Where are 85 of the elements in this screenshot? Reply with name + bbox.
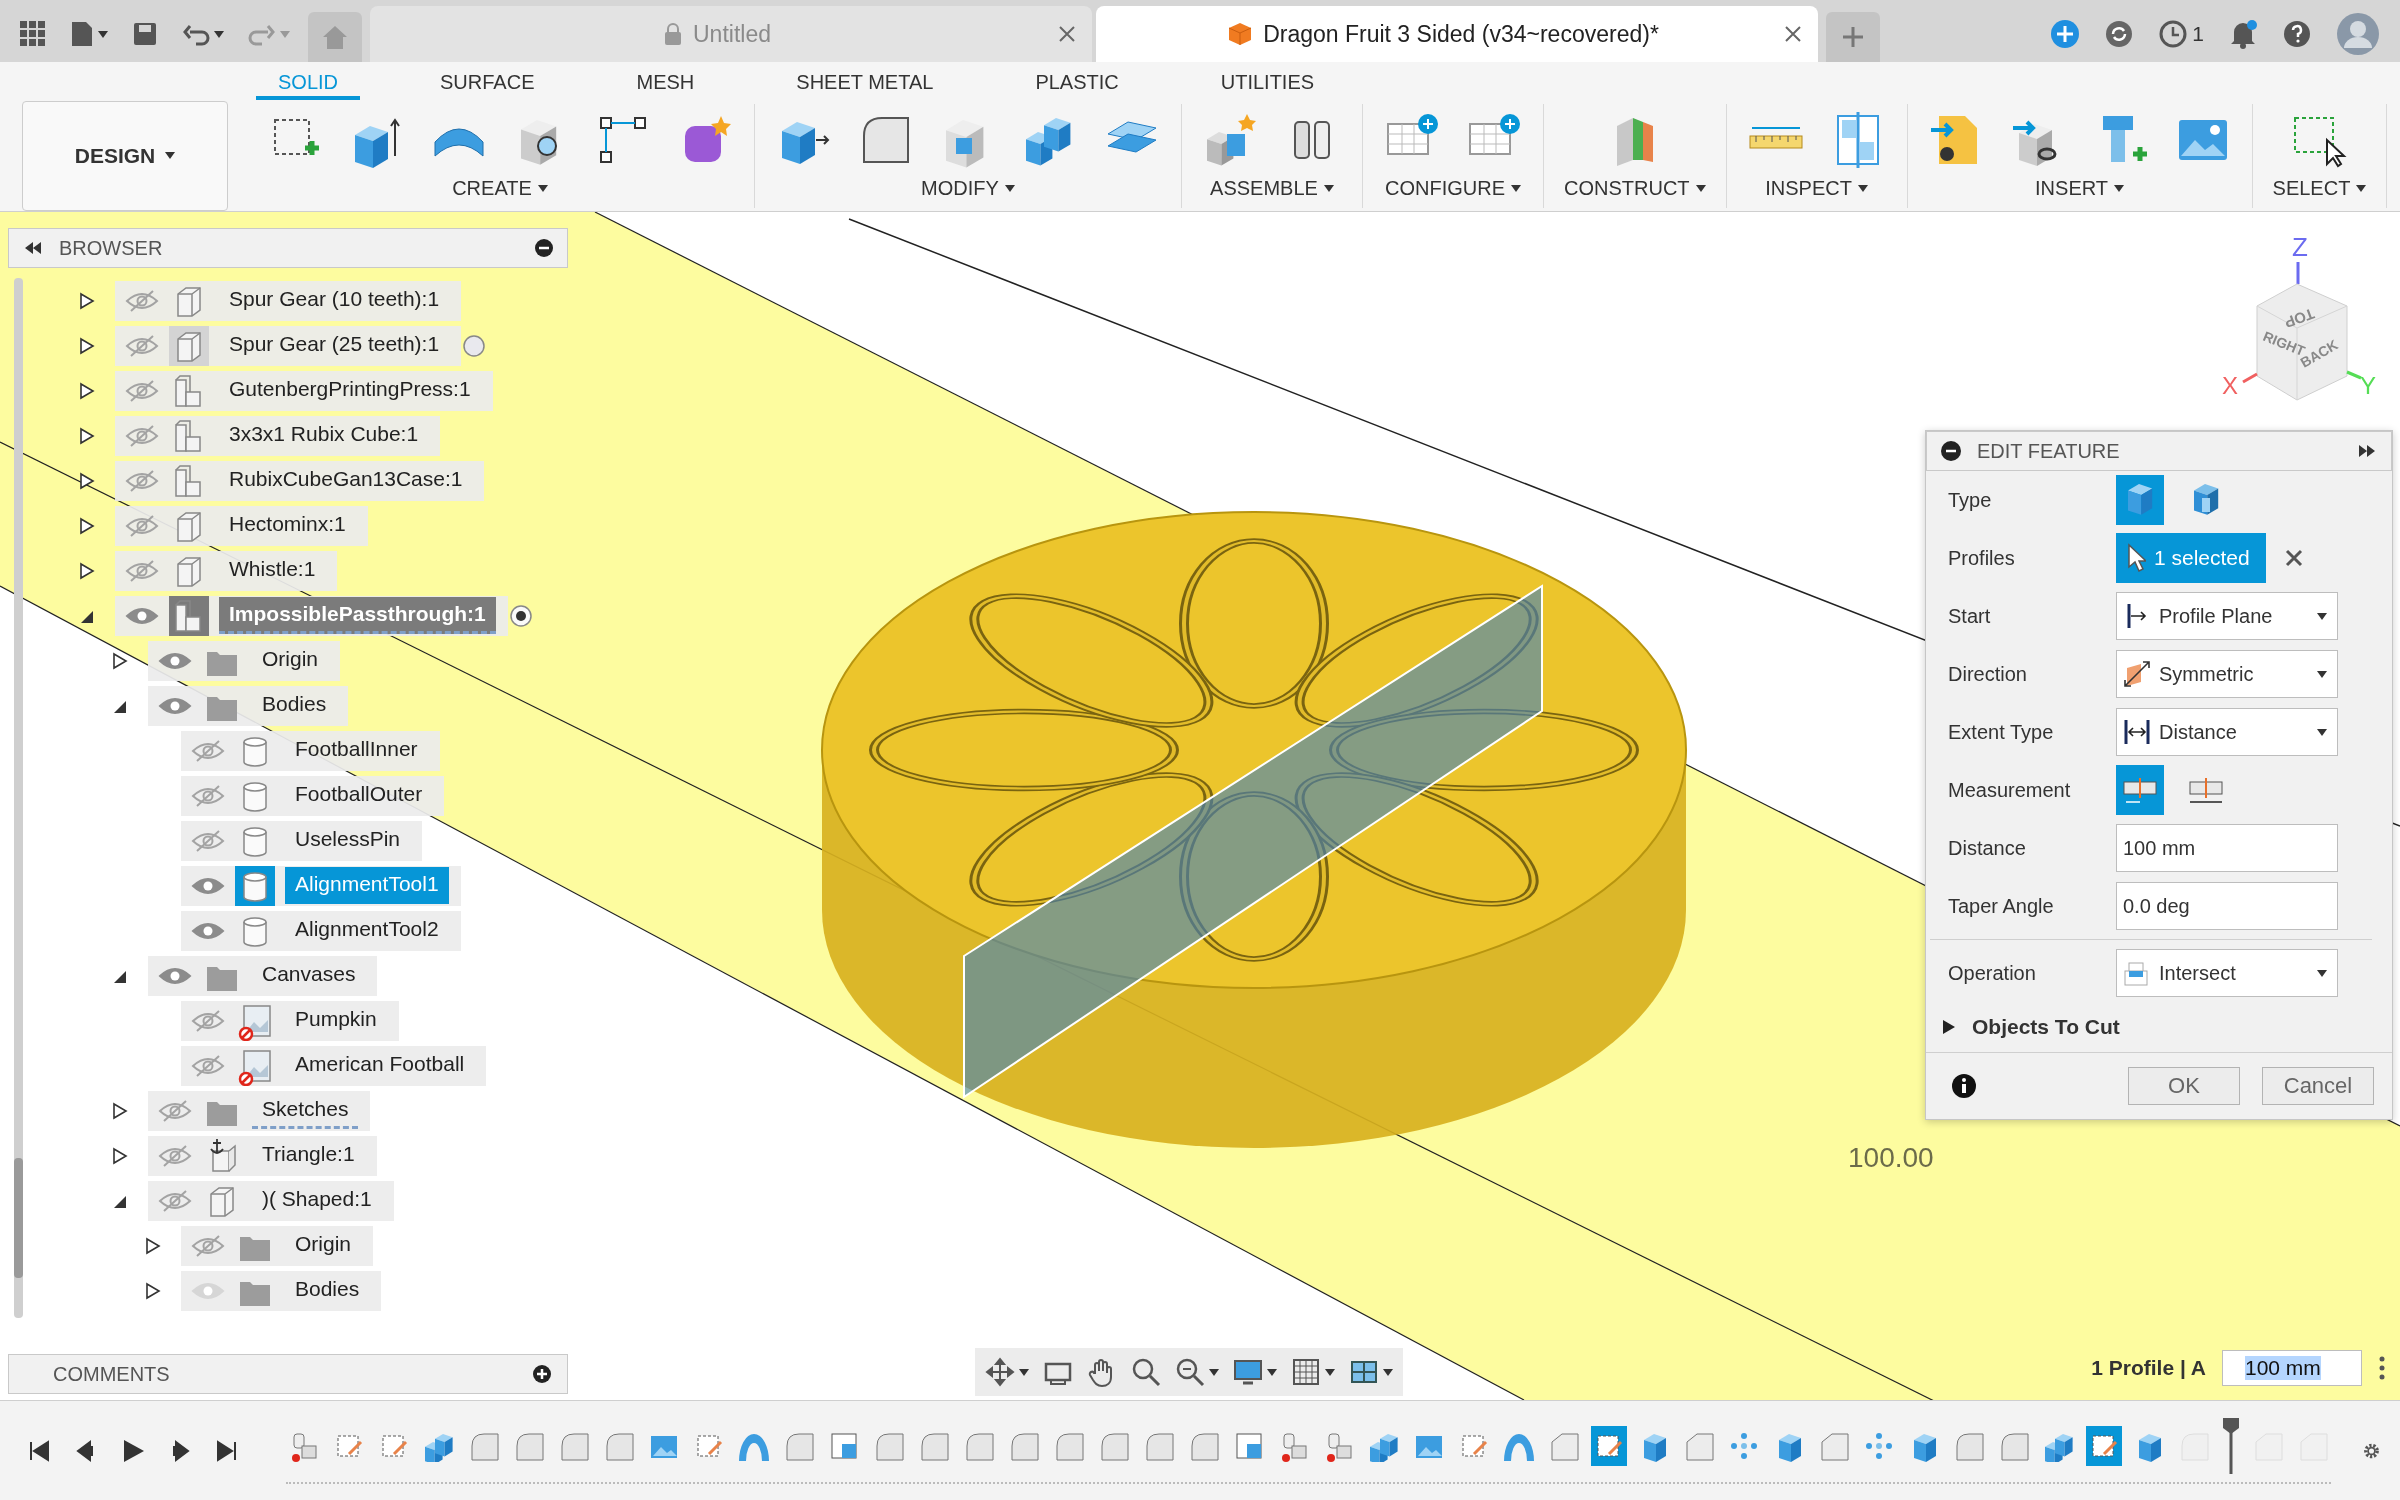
tree-row[interactable]: )( Shaped:1 [148,1180,394,1221]
dimension-label: 100.00 [1848,1142,1934,1174]
tree-item-label: RubixCubeGan13Case:1 [228,466,464,492]
tree-row[interactable]: Spur Gear (25 teeth):1 [115,325,462,366]
tree-item-label: Hectominx:1 [228,511,347,537]
field-label: Profiles [1948,546,2016,570]
ribbon-tab[interactable]: MESH [614,62,717,100]
tree-row[interactable]: Bodies [148,685,349,726]
panel-title: COMMENTS [53,1362,171,1386]
tree-item-label: Sketches [252,1092,359,1129]
tree-item-label: AlignmentTool2 [294,916,440,942]
ribbon-tab[interactable]: SURFACE [418,62,557,100]
tree-row[interactable]: Canvases [148,955,378,996]
workspace-button[interactable]: DESIGN [22,100,228,211]
tree-item-label: ImpossiblePassthrough:1 [219,597,496,634]
tree-item-label: Bodies [294,1276,361,1302]
tree-row[interactable]: AlignmentTool2 [181,910,461,951]
tree-row[interactable]: GutenbergPrintingPress:1 [115,370,493,411]
tree-row[interactable]: Origin [148,640,341,681]
field-label: Measurement [1948,778,2072,802]
field-label: Start [1948,604,1992,628]
tree-row[interactable]: 3x3x1 Rubix Cube:1 [115,415,441,456]
tree-row[interactable]: Pumpkin [181,1000,399,1041]
tree-item-label: Spur Gear (25 teeth):1 [228,331,441,357]
field-label: Type [1948,488,1993,512]
input-field[interactable]: 100 mm [2222,1350,2362,1386]
tree-row[interactable]: FootballOuter [181,775,445,816]
tree-item-label: Canvases [261,961,357,987]
dropdown[interactable]: Profile Plane [2116,592,2338,640]
tree-row[interactable]: American Football [181,1045,487,1086]
tree-item-label: Triangle:1 [261,1141,356,1167]
tree-item-label: Origin [294,1231,353,1257]
tree-item-label: AlignmentTool1 [285,867,449,904]
tree-item-label: FootballOuter [294,781,424,807]
field-label: Operation [1948,961,2037,985]
ribbon-tab[interactable]: UTILITIES [1198,62,1337,100]
panel-title: EDIT FEATURE [1977,439,2121,463]
tree-item-label: Origin [261,646,320,672]
tree-row[interactable]: Spur Gear (10 teeth):1 [115,280,462,321]
dropdown[interactable]: Symmetric [2116,650,2338,698]
ribbon-tab[interactable]: SHEET METAL [774,62,956,100]
document-tab[interactable]: Dragon Fruit 3 Sided (v34~recovered)* [1096,6,1818,62]
tool-group-menu[interactable]: CONFIGURE [1385,177,1521,200]
tree-item-label: American Football [294,1051,466,1077]
tool-group-menu[interactable]: SELECT [2272,177,2367,200]
tool-group-menu[interactable]: INSPECT [1765,177,1868,200]
tool-group-menu[interactable]: ASSEMBLE [1210,177,1334,200]
tree-item-label: Spur Gear (10 teeth):1 [228,286,441,312]
ribbon-tab[interactable]: PLASTIC [1013,62,1141,100]
tree-row[interactable]: RubixCubeGan13Case:1 [115,460,485,501]
tree-row[interactable]: UselessPin [181,820,423,861]
tree-row[interactable]: Bodies [181,1270,382,1311]
tool-group-menu[interactable]: CONSTRUCT [1564,177,1706,200]
tool-group-menu[interactable]: MODIFY [921,177,1015,200]
tree-item-label: Whistle:1 [228,556,317,582]
dialog-button[interactable]: OK [2128,1067,2240,1105]
tool-group-menu[interactable]: CREATE [452,177,548,200]
tree-item-label: 3x3x1 Rubix Cube:1 [228,421,420,447]
field-label: Taper Angle [1948,894,2055,918]
dropdown[interactable]: Distance [2116,708,2338,756]
tree-row[interactable]: FootballInner [181,730,440,771]
panel-title: BROWSER [59,236,164,260]
tree-row[interactable]: Whistle:1 [115,550,338,591]
tree-row[interactable]: Sketches [148,1090,371,1131]
tree-item-label: Bodies [261,691,328,717]
tree-row[interactable]: Hectominx:1 [115,505,368,546]
tool-group-menu[interactable]: INSERT [2035,177,2125,200]
tree-item-label: UselessPin [294,826,402,852]
section-toggle[interactable]: Objects To Cut [1926,1002,2136,1052]
input-field[interactable]: 100 mm [2116,824,2338,872]
selection-status: 1 Profile | A [2091,1356,2206,1380]
tree-item-label: GutenbergPrintingPress:1 [228,376,472,402]
tree-item-label: Pumpkin [294,1006,378,1032]
tree-row[interactable]: Origin [181,1225,374,1266]
field-label: Distance [1948,836,2027,860]
dropdown[interactable]: Intersect [2116,949,2338,997]
tree-item-label: FootballInner [294,736,419,762]
job-status-button[interactable]: 1 [2148,6,2214,62]
tree-item-label: )( Shaped:1 [261,1186,373,1212]
tree-row[interactable]: ImpossiblePassthrough:1 [115,595,508,636]
field-label: Direction [1948,662,2028,686]
field-label: Extent Type [1948,720,2055,744]
tree-row[interactable]: Triangle:1 [148,1135,377,1176]
dialog-button[interactable]: Cancel [2262,1067,2374,1105]
input-field[interactable]: 0.0 deg [2116,882,2338,930]
